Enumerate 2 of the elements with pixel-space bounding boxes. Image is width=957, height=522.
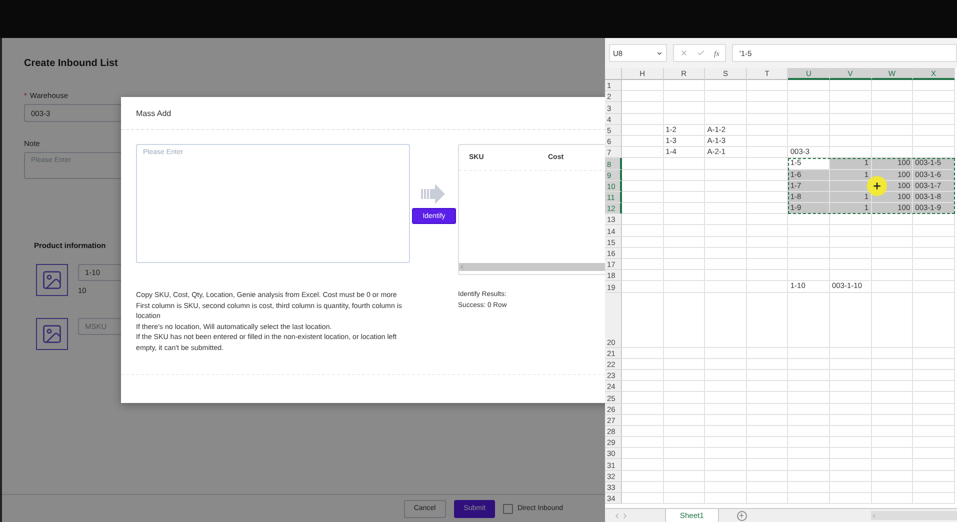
modal-title: Mass Add [136, 109, 172, 118]
page-title: Create Inbound List [24, 58, 119, 69]
